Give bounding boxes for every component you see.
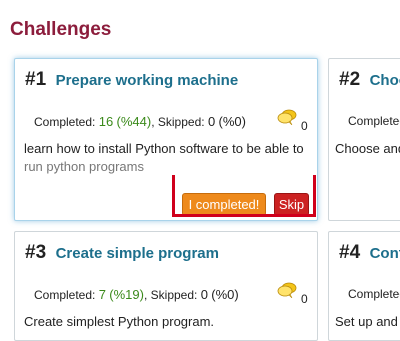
card-stats: Completed: 7 (%19), Skipped: 0 (%0) [34, 287, 239, 302]
description-line: learn how to install Python software to … [24, 141, 304, 156]
completed-label: Completed: [348, 287, 400, 301]
completed-count: 16 [98, 114, 114, 129]
card-header: #4 Conf [339, 242, 400, 264]
card-number: #3 [25, 242, 47, 263]
card-stats: Completed: [348, 114, 400, 128]
card-stats: Completed: 16 (%44), Skipped: 0 (%0) [34, 114, 246, 129]
card-number: #1 [25, 69, 47, 90]
card-header: #2 Choo [339, 69, 400, 91]
description-line: Set up and [335, 314, 398, 329]
speech-bubbles-icon[interactable] [277, 282, 297, 298]
card-title-link[interactable]: Prepare working machine [56, 72, 239, 89]
description-line: Create simplest Python program. [24, 314, 215, 329]
challenge-card-1: #1 Prepare working machine Completed: 16… [14, 58, 318, 221]
card-description: Create simplest Python program. [24, 313, 214, 331]
description-line: Choose and [335, 141, 400, 156]
card-header: #3 Create simple program [25, 242, 219, 264]
card-title-link[interactable]: Choo [370, 72, 400, 89]
completed-label: Completed: [34, 288, 96, 302]
card-stats: Completed: [348, 287, 400, 301]
page-title: Challenges [10, 19, 112, 40]
card-number: #2 [339, 69, 361, 90]
skipped-label: , Skipped: [143, 288, 198, 302]
skipped-count: 0 [200, 287, 208, 302]
description-line: run python programs [24, 159, 144, 174]
skipped-percent: (%0) [211, 287, 239, 302]
card-title-link[interactable]: Conf [370, 245, 400, 262]
comment-count: 0 [301, 292, 308, 306]
card-description: Choose and [335, 140, 400, 158]
skipped-count: 0 [207, 114, 216, 129]
card-number: #4 [339, 242, 361, 263]
completed-label: Completed: [348, 114, 400, 128]
i-completed-button[interactable]: I completed! [182, 193, 266, 216]
completed-percent: (%19) [109, 287, 144, 302]
comment-count: 0 [301, 119, 308, 133]
card-header: #1 Prepare working machine [25, 69, 238, 91]
card-title-link[interactable]: Create simple program [56, 245, 219, 262]
speech-bubbles-icon[interactable] [277, 109, 297, 125]
skip-button[interactable]: Skip [274, 193, 309, 216]
card-description: learn how to install Python software to … [24, 140, 304, 176]
card-description: Set up and [335, 313, 398, 331]
skipped-percent: (%0) [218, 114, 246, 129]
skipped-label: , Skipped: [151, 115, 205, 129]
completed-percent: (%44) [116, 114, 152, 129]
completed-count: 7 [98, 287, 106, 302]
completed-label: Completed: [34, 115, 96, 129]
challenge-card-2: #2 Choo Completed: Choose and [328, 58, 400, 221]
